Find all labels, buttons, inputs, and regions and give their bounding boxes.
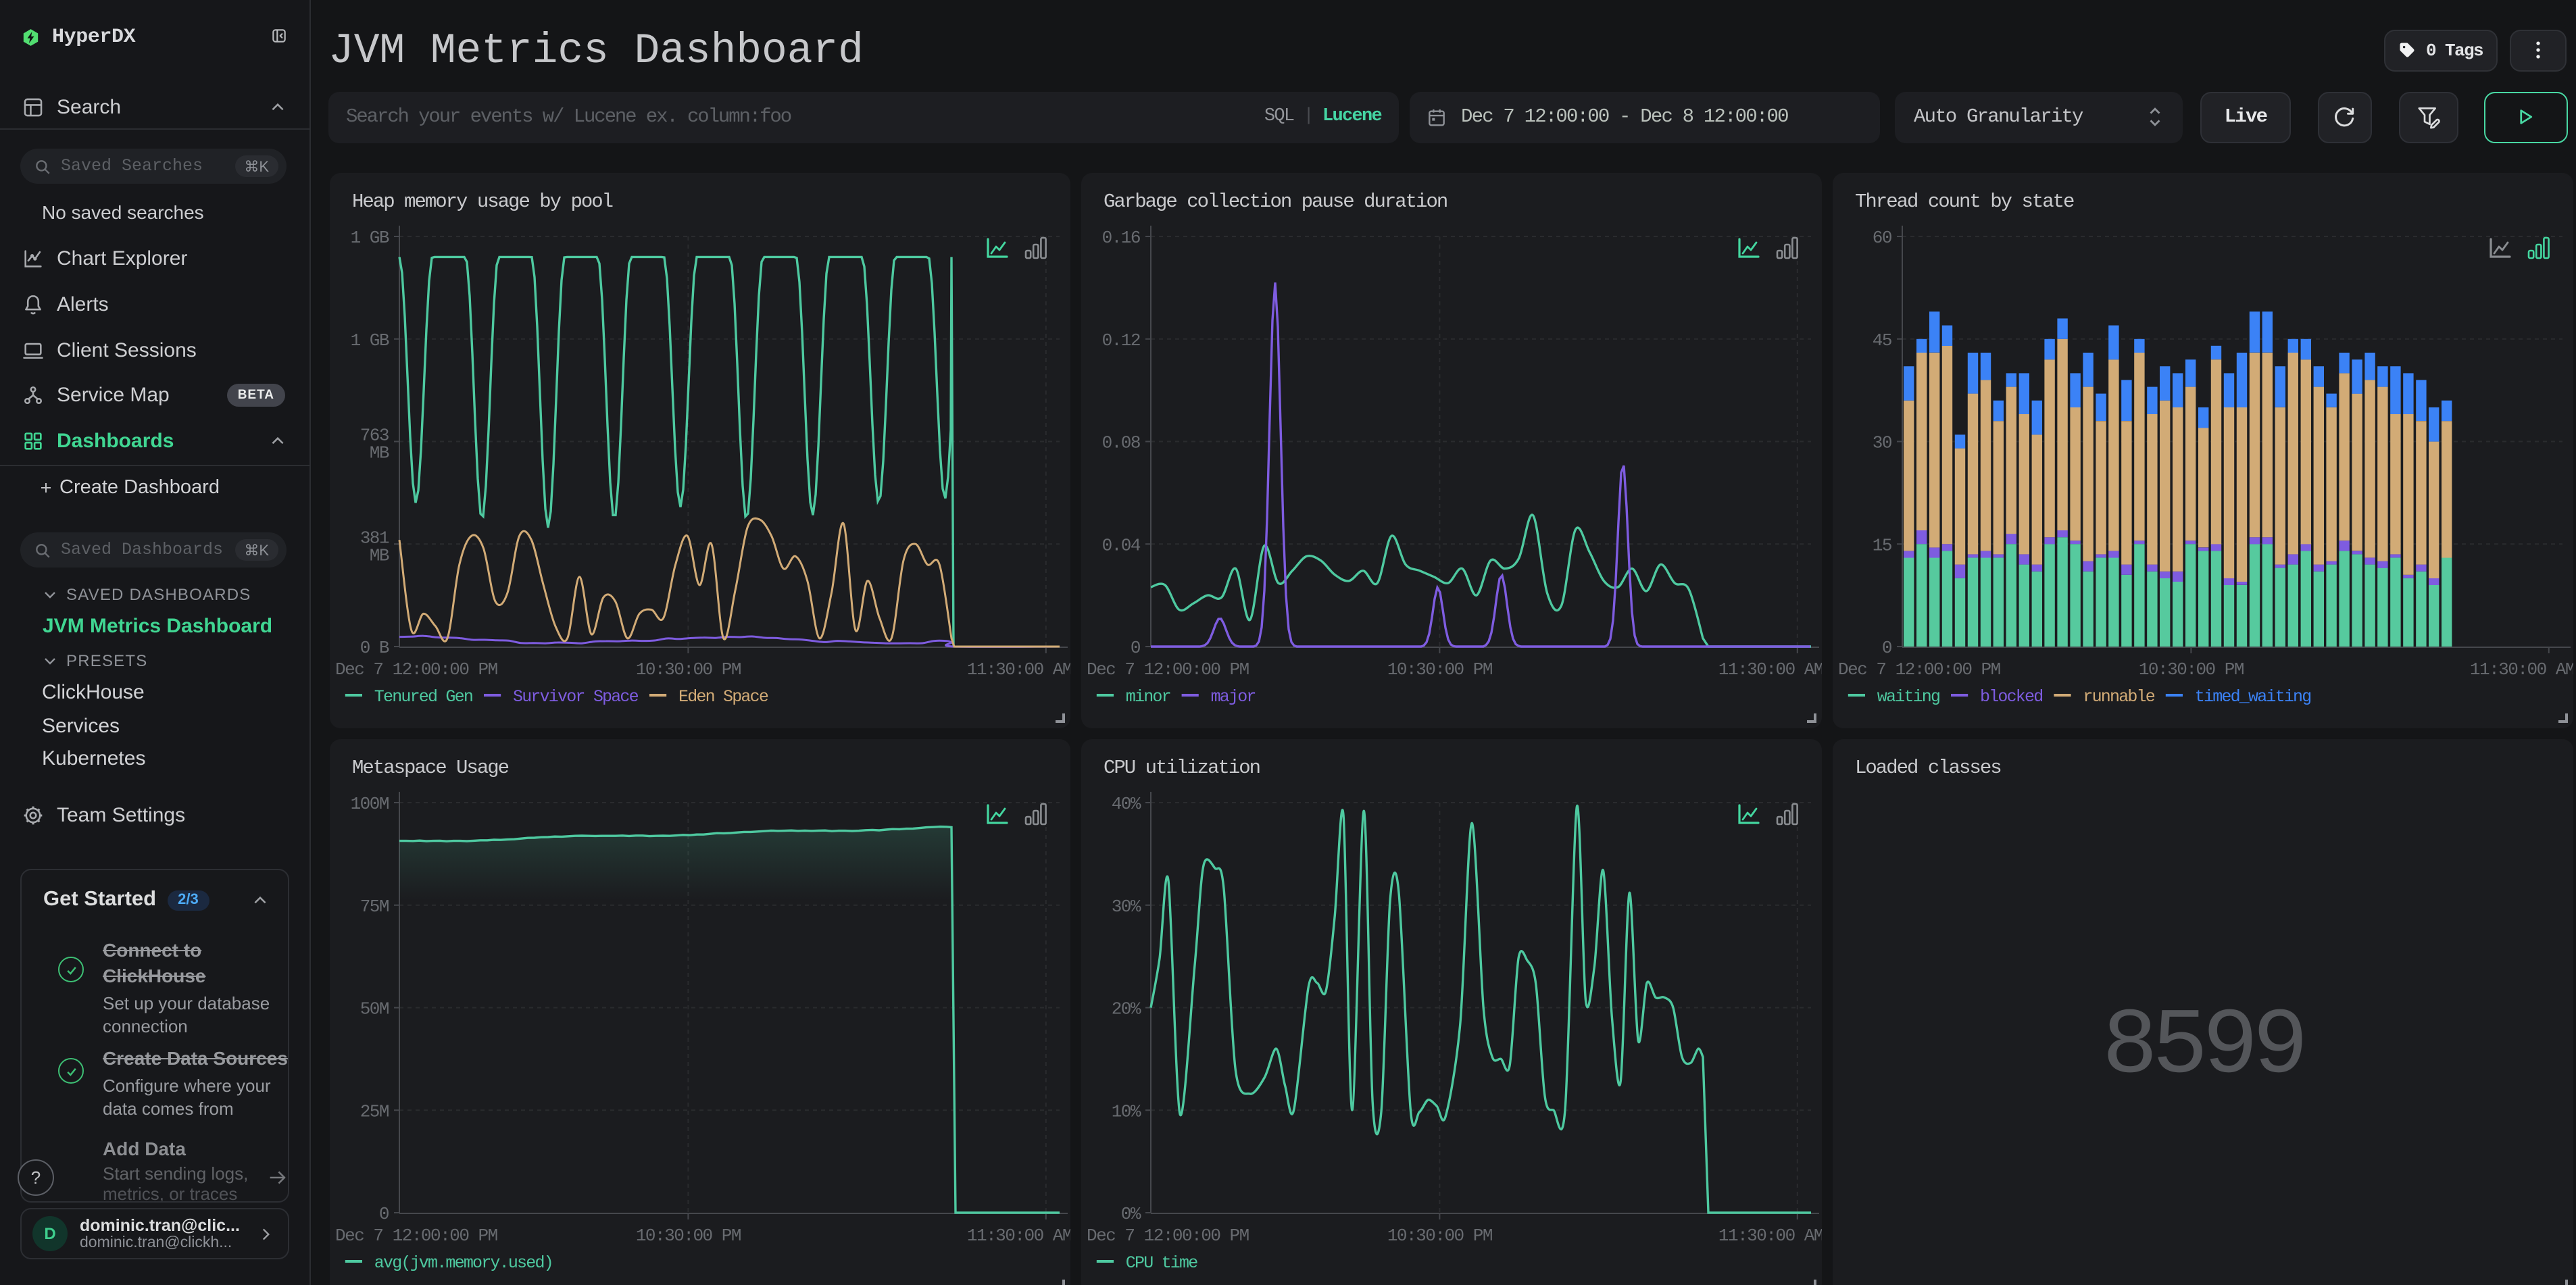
svg-text:MB: MB (369, 545, 389, 565)
svg-text:20%: 20% (1111, 999, 1141, 1019)
svg-text:Dec 7 12:00:00 PM: Dec 7 12:00:00 PM (335, 1225, 497, 1245)
svg-text:10:30:00 PM: 10:30:00 PM (2138, 659, 2243, 679)
svg-text:minor: minor (1125, 686, 1170, 706)
svg-text:60: 60 (1872, 227, 1891, 247)
svg-text:Eden Space: Eden Space (678, 686, 768, 706)
svg-text:0%: 0% (1120, 1203, 1141, 1224)
svg-text:MB: MB (369, 443, 389, 463)
svg-text:Dec 7 12:00:00 PM: Dec 7 12:00:00 PM (1837, 659, 2000, 679)
svg-text:10:30:00 PM: 10:30:00 PM (1387, 1225, 1491, 1245)
svg-text:0.04: 0.04 (1101, 534, 1140, 555)
svg-text:11:30:00 AM: 11:30:00 AM (2469, 659, 2573, 679)
svg-text:10:30:00 PM: 10:30:00 PM (635, 1225, 740, 1245)
svg-text:0: 0 (1881, 637, 1891, 657)
svg-text:45: 45 (1872, 330, 1891, 350)
svg-text:11:30:00 AM: 11:30:00 AM (966, 659, 1070, 679)
svg-text:11:30:00 AM: 11:30:00 AM (1718, 659, 1821, 679)
svg-text:Tenured Gen: Tenured Gen (374, 686, 472, 706)
svg-text:0: 0 (1130, 637, 1139, 657)
svg-text:10%: 10% (1111, 1101, 1141, 1121)
svg-text:50M: 50M (360, 999, 388, 1019)
svg-text:10:30:00 PM: 10:30:00 PM (1387, 659, 1491, 679)
svg-text:30%: 30% (1111, 896, 1141, 916)
svg-text:major: major (1210, 686, 1255, 706)
svg-text:0 B: 0 B (360, 637, 389, 657)
svg-text:blocked: blocked (1979, 686, 2041, 706)
svg-text:11:30:00 AM: 11:30:00 AM (966, 1225, 1070, 1245)
svg-text:75M: 75M (360, 896, 388, 916)
svg-text:Dec 7 12:00:00 PM: Dec 7 12:00:00 PM (335, 659, 497, 679)
svg-text:100M: 100M (350, 793, 388, 813)
svg-text:1 GB: 1 GB (350, 330, 389, 350)
svg-text:timed_waiting: timed_waiting (2194, 686, 2310, 706)
svg-text:0: 0 (378, 1203, 388, 1224)
svg-text:15: 15 (1872, 534, 1891, 555)
svg-text:runnable: runnable (2082, 686, 2154, 706)
svg-text:0.16: 0.16 (1101, 227, 1139, 247)
svg-text:0.12: 0.12 (1101, 330, 1139, 350)
svg-text:10:30:00 PM: 10:30:00 PM (635, 659, 740, 679)
svg-text:0.08: 0.08 (1101, 432, 1139, 453)
svg-text:1 GB: 1 GB (350, 227, 389, 247)
svg-text:11:30:00 AM: 11:30:00 AM (1718, 1225, 1821, 1245)
svg-text:waiting: waiting (1877, 686, 1939, 706)
svg-text:avg(jvm.memory.used): avg(jvm.memory.used) (374, 1253, 552, 1272)
svg-text:Dec 7 12:00:00 PM: Dec 7 12:00:00 PM (1086, 1225, 1248, 1245)
svg-text:Survivor Space: Survivor Space (512, 686, 638, 706)
svg-text:25M: 25M (360, 1101, 388, 1121)
svg-text:Dec 7 12:00:00 PM: Dec 7 12:00:00 PM (1086, 659, 1248, 679)
svg-text:40%: 40% (1111, 793, 1141, 813)
svg-text:30: 30 (1872, 432, 1891, 453)
svg-text:CPU time: CPU time (1125, 1253, 1197, 1272)
